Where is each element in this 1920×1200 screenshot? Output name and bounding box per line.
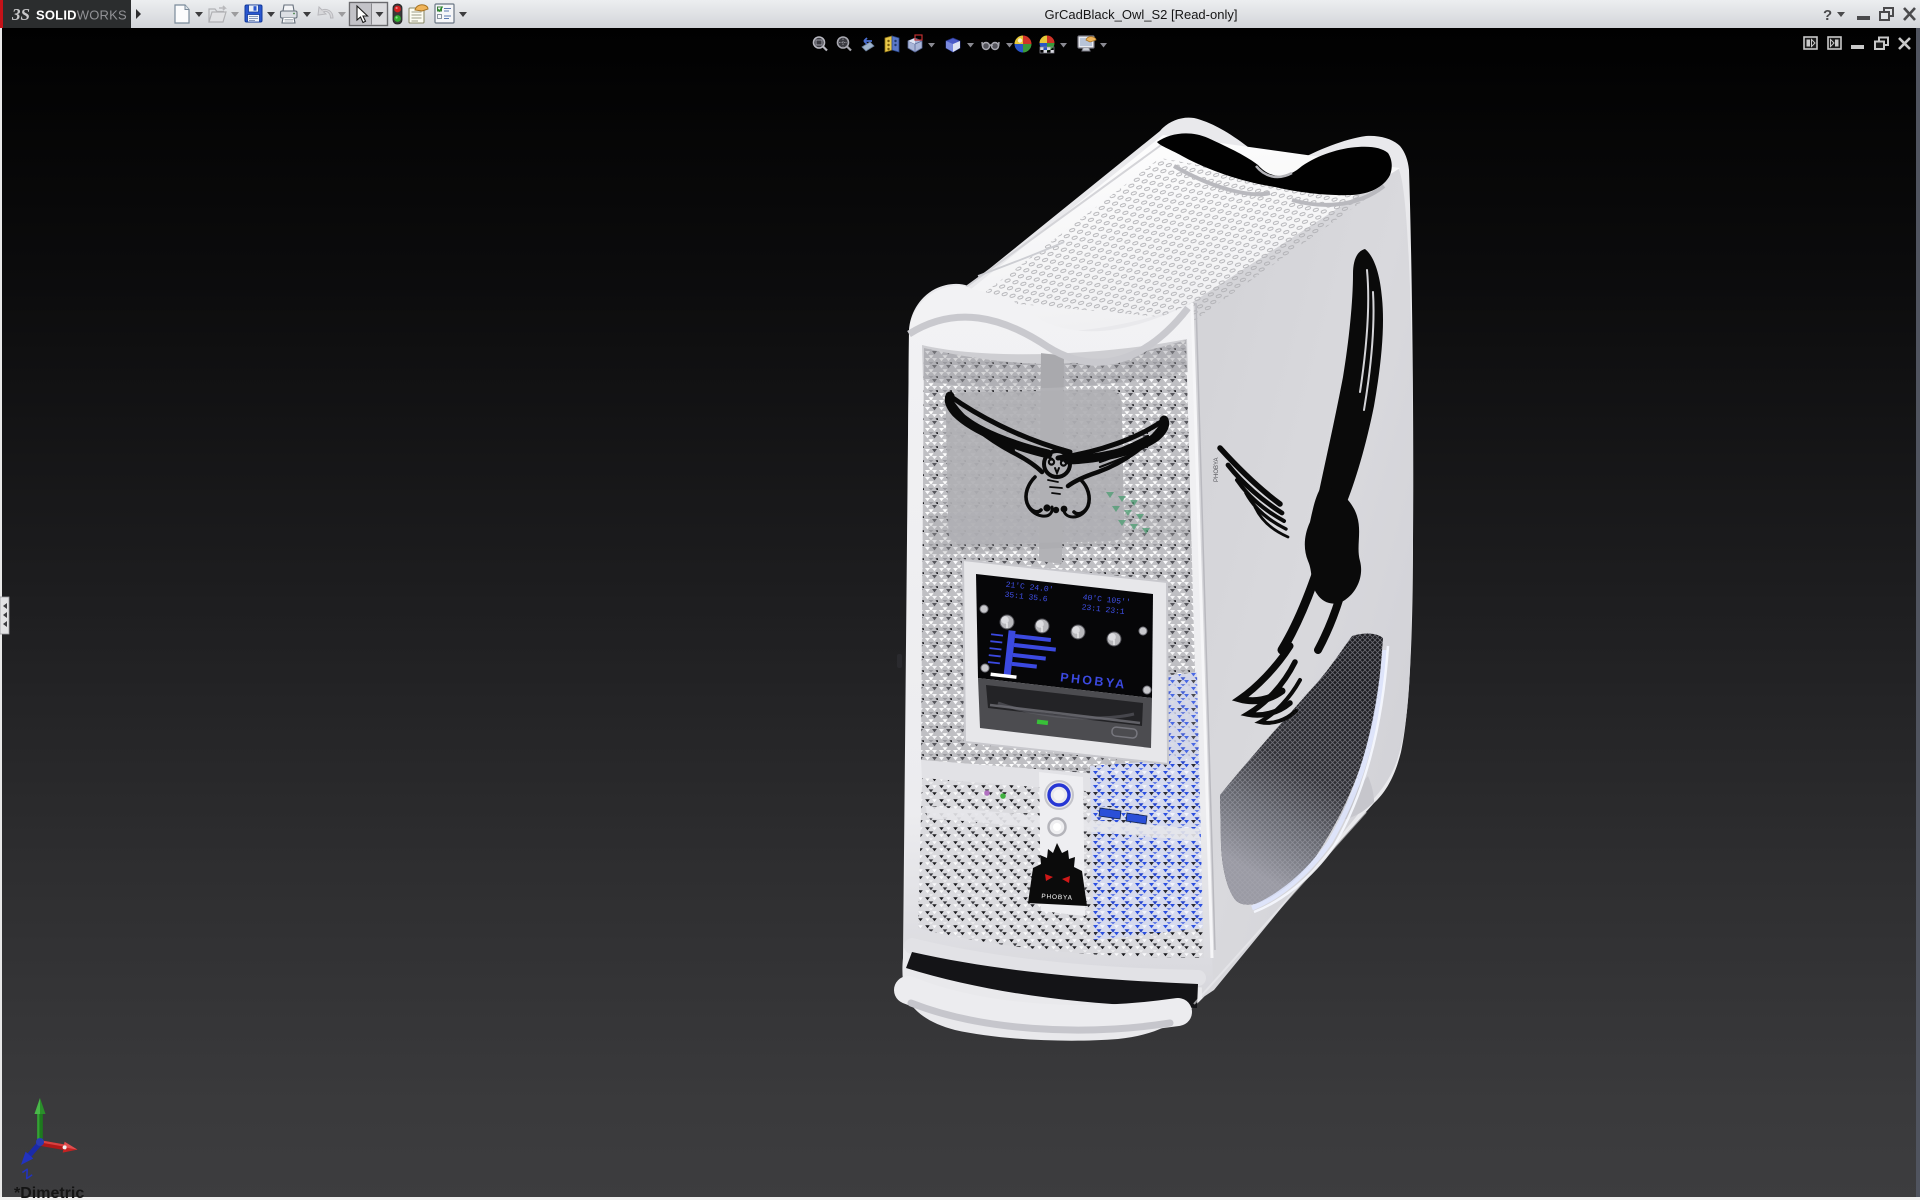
svg-text:?: ? xyxy=(1823,7,1832,24)
svg-text:SOLIDWORKS: SOLIDWORKS xyxy=(36,8,127,23)
svg-text:PHOBYA: PHOBYA xyxy=(1214,457,1220,482)
svg-text:3S: 3S xyxy=(11,5,30,24)
svg-text:Z: Z xyxy=(19,1165,34,1182)
svg-text:GrCadBlack_Owl_S2 [Read-only]: GrCadBlack_Owl_S2 [Read-only] xyxy=(1045,7,1238,22)
svg-text:*Dimetric: *Dimetric xyxy=(14,1185,84,1200)
